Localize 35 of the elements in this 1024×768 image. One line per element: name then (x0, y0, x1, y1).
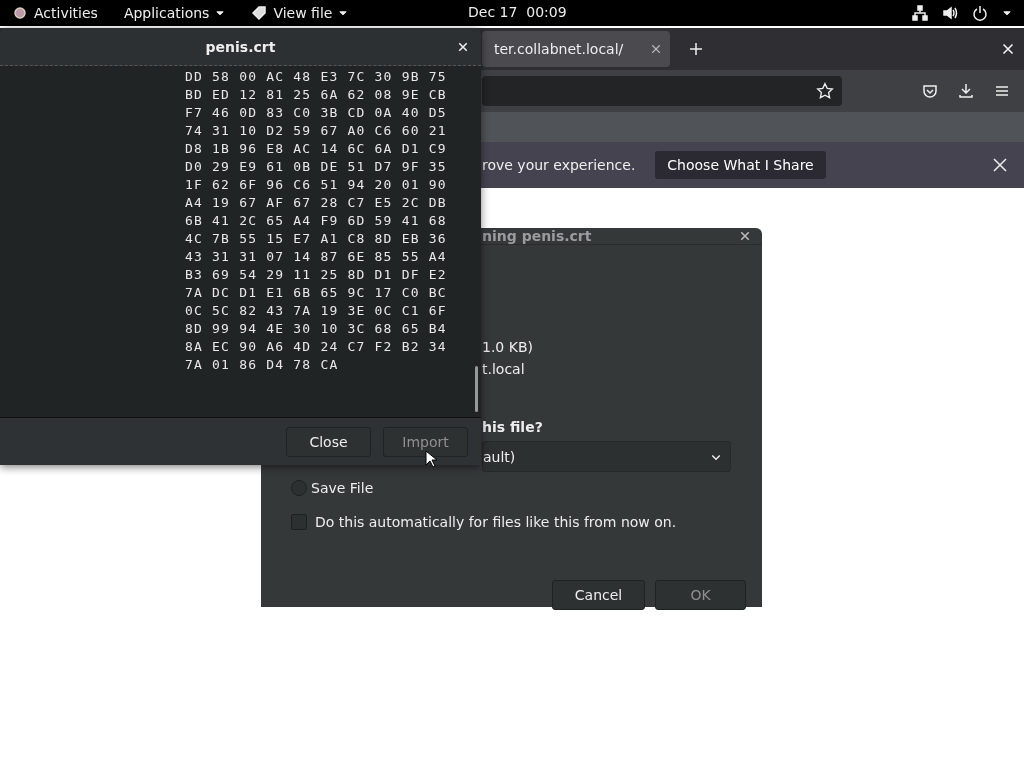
choose-share-button[interactable]: Choose What I Share (655, 151, 826, 179)
hex-line: 8D 99 94 4E 30 10 3C 68 65 B4 (185, 320, 447, 338)
tab-title: ter.collabnet.local/ (494, 41, 624, 57)
hex-line: 8A EC 90 A6 4D 24 C7 F2 B2 34 (185, 338, 447, 356)
notification-text: rove your experience. (482, 157, 636, 173)
dialog-button[interactable]: Close (286, 426, 371, 457)
dialog-button[interactable]: Cancel (552, 580, 645, 610)
hex-line: 4C 7B 55 15 E7 A1 C8 8D EB 36 (185, 230, 447, 248)
hex-line: F7 46 0D 83 C0 3B CD 0A 40 D5 (185, 104, 447, 122)
file-info: 1.0 KB) (482, 339, 534, 355)
hex-line: 1F 62 6F 96 C6 51 94 20 01 90 (185, 176, 447, 194)
dialog-question: his file? (482, 419, 544, 435)
clock[interactable]: Dec 17 00:09 (468, 4, 567, 20)
hex-line: 6B 41 2C 65 A4 F9 6D 59 41 68 (185, 212, 447, 230)
hex-line: 43 31 31 07 14 87 6E 85 55 A4 (185, 248, 447, 266)
option-label[interactable]: Save File (311, 480, 374, 496)
hex-line: 7A DC D1 E1 6B 65 9C 17 C0 BC (185, 284, 447, 302)
checkbox-label[interactable]: Do this automatically for files like this from now on. (315, 514, 677, 530)
hex-line: DD 58 00 AC 48 E3 7C 30 9B 75 (185, 68, 447, 86)
hex-line: BD ED 12 81 25 6A 62 08 9E CB (185, 86, 447, 104)
dialog-title: ning penis.crt (482, 228, 592, 244)
browser-tab[interactable]: ter.collabnet.local/ (482, 31, 670, 67)
open-with-select[interactable]: ault) (482, 441, 731, 472)
app-menu[interactable]: View file (251, 5, 349, 21)
window-title: penis.crt (205, 38, 276, 55)
applications-menu[interactable]: Applications (123, 5, 226, 21)
hex-line: D8 1B 96 E8 AC 14 6C 6A D1 C9 (185, 140, 447, 158)
hex-line: A4 19 67 AF 67 28 C7 E5 2C DB (185, 194, 447, 212)
hex-line: 7A 01 86 D4 78 CA (185, 356, 340, 374)
hex-line: B3 69 54 29 11 25 8D D1 DF E2 (185, 266, 447, 284)
activities-button[interactable]: Activities (12, 5, 98, 21)
hex-line: 74 31 10 D2 59 67 A0 C6 60 21 (185, 122, 447, 140)
file-info: t.local (482, 361, 526, 377)
hex-line: D0 29 E9 61 0B DE 51 D7 9F 35 (185, 158, 447, 176)
hex-line: 0C 5C 82 43 7A 19 3E 0C C1 6F (185, 302, 447, 320)
